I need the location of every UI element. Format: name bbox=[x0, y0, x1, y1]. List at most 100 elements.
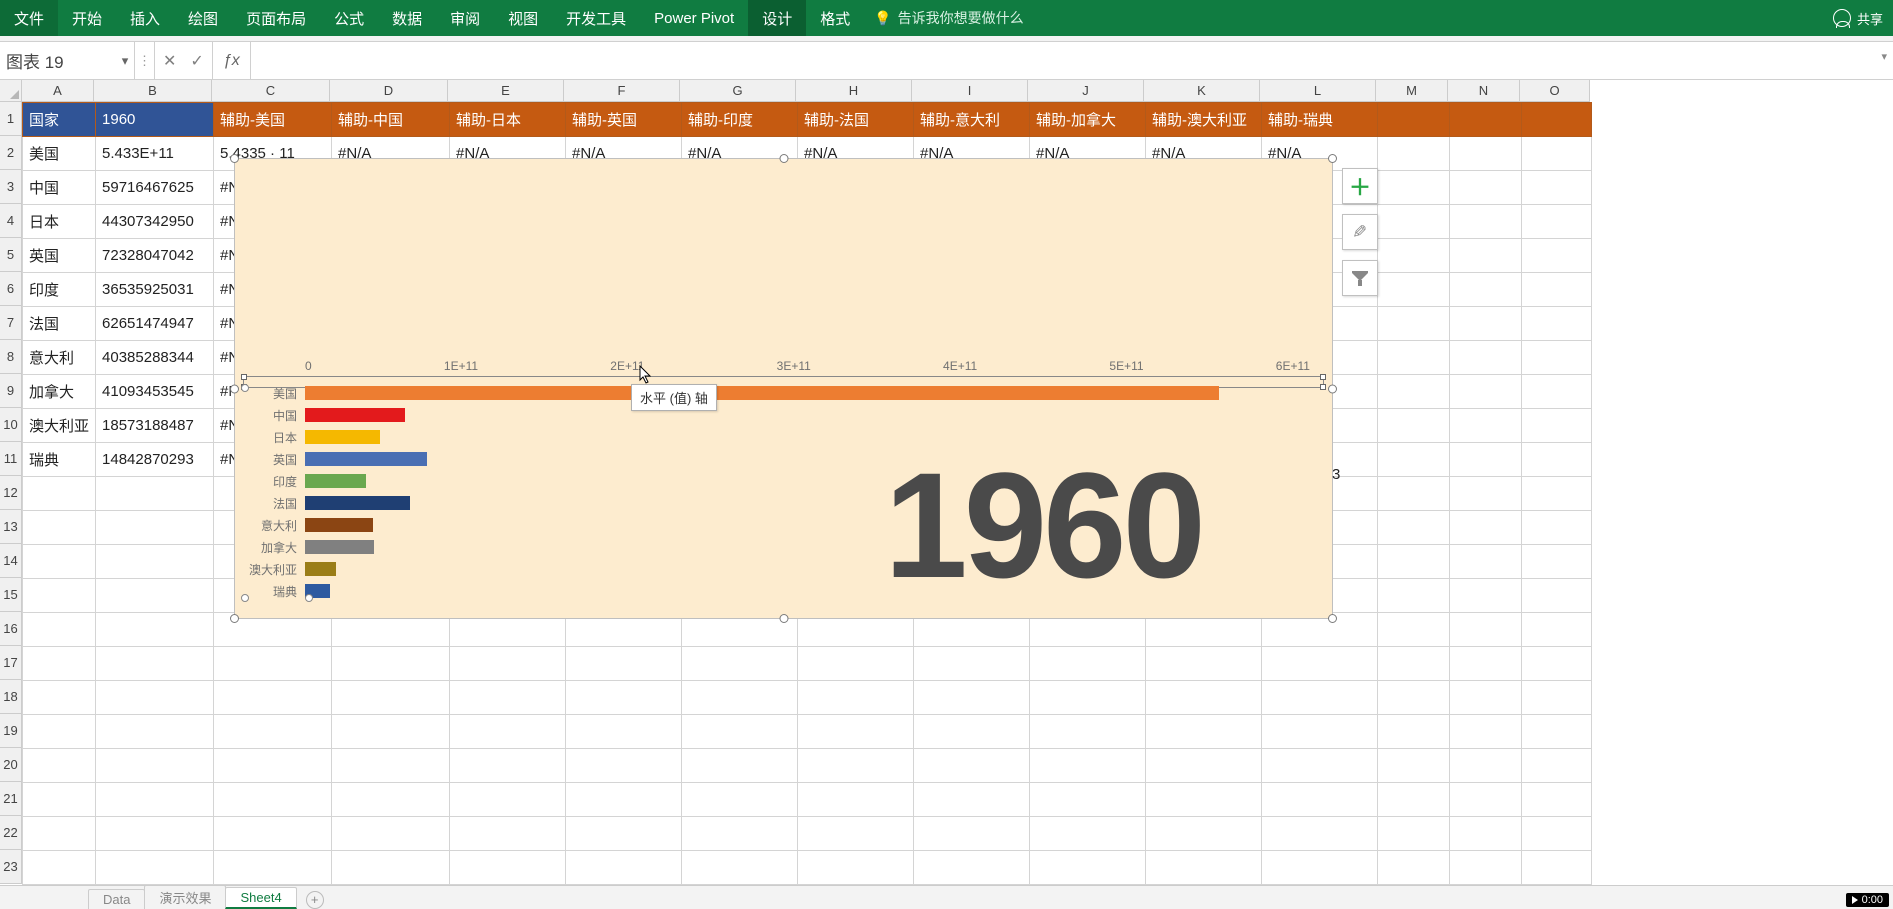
ribbon-tab-Power Pivot[interactable]: Power Pivot bbox=[640, 0, 748, 36]
cell[interactable] bbox=[566, 647, 682, 681]
cell[interactable] bbox=[1378, 273, 1450, 307]
ribbon-tab-开发工具[interactable]: 开发工具 bbox=[552, 0, 640, 36]
resize-handle-s[interactable] bbox=[779, 614, 788, 623]
bar-rect[interactable] bbox=[305, 540, 374, 554]
ribbon-tab-格式[interactable]: 格式 bbox=[806, 0, 864, 36]
cell[interactable] bbox=[1450, 851, 1522, 885]
cell[interactable] bbox=[914, 817, 1030, 851]
row-header-3[interactable]: 3 bbox=[0, 170, 22, 204]
row-header-16[interactable]: 16 bbox=[0, 612, 22, 646]
row-header-4[interactable]: 4 bbox=[0, 204, 22, 238]
row-headers[interactable]: 1234567891011121314151617181920212223 bbox=[0, 102, 22, 884]
cell[interactable] bbox=[566, 749, 682, 783]
cell[interactable] bbox=[1146, 783, 1262, 817]
cell[interactable]: 辅助-日本 bbox=[450, 103, 566, 137]
row-header-15[interactable]: 15 bbox=[0, 578, 22, 612]
sheet-tab-Data[interactable]: Data bbox=[88, 889, 145, 909]
cell[interactable]: 40385288344 bbox=[96, 341, 214, 375]
row-header-8[interactable]: 8 bbox=[0, 340, 22, 374]
cell[interactable] bbox=[1262, 647, 1378, 681]
cell[interactable]: 辅助-法国 bbox=[798, 103, 914, 137]
row-header-23[interactable]: 23 bbox=[0, 850, 22, 884]
cell[interactable] bbox=[23, 817, 96, 851]
cell[interactable] bbox=[1262, 817, 1378, 851]
cell[interactable] bbox=[214, 681, 332, 715]
cell[interactable] bbox=[1450, 103, 1522, 137]
cell[interactable]: 44307342950 bbox=[96, 205, 214, 239]
row-header-19[interactable]: 19 bbox=[0, 714, 22, 748]
cell[interactable] bbox=[682, 749, 798, 783]
cell[interactable] bbox=[23, 851, 96, 885]
bar-rect[interactable] bbox=[305, 386, 1219, 400]
cell[interactable] bbox=[1522, 409, 1592, 443]
cell[interactable] bbox=[682, 715, 798, 749]
row-header-7[interactable]: 7 bbox=[0, 306, 22, 340]
cell[interactable] bbox=[96, 545, 214, 579]
cell[interactable] bbox=[1146, 647, 1262, 681]
cell[interactable] bbox=[1450, 681, 1522, 715]
cell[interactable] bbox=[1378, 681, 1450, 715]
cell[interactable] bbox=[1522, 137, 1592, 171]
col-header-A[interactable]: A bbox=[22, 80, 94, 102]
resize-handle-sw[interactable] bbox=[230, 614, 239, 623]
cell[interactable] bbox=[23, 579, 96, 613]
cell[interactable] bbox=[1522, 307, 1592, 341]
cell[interactable]: 意大利 bbox=[23, 341, 96, 375]
cell[interactable] bbox=[23, 647, 96, 681]
cell[interactable] bbox=[1450, 715, 1522, 749]
cell[interactable] bbox=[450, 851, 566, 885]
cell[interactable]: 辅助-瑞典 bbox=[1262, 103, 1378, 137]
tell-me[interactable]: 💡 告诉我你想要做什么 bbox=[874, 8, 1023, 28]
ribbon-tab-数据[interactable]: 数据 bbox=[378, 0, 436, 36]
cell[interactable] bbox=[1378, 511, 1450, 545]
sheet-tab-演示效果[interactable]: 演示效果 bbox=[144, 885, 226, 909]
cell[interactable] bbox=[1146, 681, 1262, 715]
cell[interactable]: 18573188487 bbox=[96, 409, 214, 443]
sheet-add-button[interactable]: + bbox=[306, 891, 324, 909]
cell[interactable] bbox=[96, 715, 214, 749]
cancel-icon[interactable]: ✕ bbox=[163, 51, 176, 71]
cell[interactable] bbox=[682, 851, 798, 885]
cell[interactable] bbox=[450, 647, 566, 681]
cell[interactable] bbox=[1450, 307, 1522, 341]
cell[interactable] bbox=[1450, 647, 1522, 681]
row-header-1[interactable]: 1 bbox=[0, 102, 22, 136]
cell[interactable] bbox=[1522, 579, 1592, 613]
row-header-5[interactable]: 5 bbox=[0, 238, 22, 272]
cell[interactable] bbox=[1522, 681, 1592, 715]
cell[interactable] bbox=[566, 783, 682, 817]
row-header-14[interactable]: 14 bbox=[0, 544, 22, 578]
cell[interactable]: 国家 bbox=[23, 103, 96, 137]
cell[interactable] bbox=[96, 477, 214, 511]
cell[interactable] bbox=[1522, 239, 1592, 273]
chart-elements-button[interactable]: ＋ bbox=[1342, 168, 1378, 204]
col-header-O[interactable]: O bbox=[1520, 80, 1590, 102]
cell[interactable]: 72328047042 bbox=[96, 239, 214, 273]
cell[interactable] bbox=[1262, 715, 1378, 749]
cell[interactable] bbox=[1522, 647, 1592, 681]
cell[interactable] bbox=[1378, 749, 1450, 783]
cell[interactable] bbox=[1378, 239, 1450, 273]
cell[interactable] bbox=[914, 647, 1030, 681]
cell[interactable] bbox=[214, 783, 332, 817]
cell[interactable]: 中国 bbox=[23, 171, 96, 205]
cell[interactable] bbox=[332, 817, 450, 851]
cell[interactable] bbox=[1378, 851, 1450, 885]
cell[interactable] bbox=[214, 749, 332, 783]
cell[interactable] bbox=[1522, 817, 1592, 851]
cell[interactable]: 59716467625 bbox=[96, 171, 214, 205]
cell[interactable]: 36535925031 bbox=[96, 273, 214, 307]
cell[interactable] bbox=[798, 647, 914, 681]
cell[interactable]: 辅助-澳大利亚 bbox=[1146, 103, 1262, 137]
cell[interactable] bbox=[1450, 511, 1522, 545]
cell[interactable] bbox=[1030, 817, 1146, 851]
cell[interactable] bbox=[566, 851, 682, 885]
cell[interactable] bbox=[1146, 715, 1262, 749]
ribbon-tab-设计[interactable]: 设计 bbox=[748, 0, 806, 36]
resize-handle-w[interactable] bbox=[230, 384, 239, 393]
cell[interactable] bbox=[1378, 579, 1450, 613]
cell[interactable] bbox=[1450, 477, 1522, 511]
cell[interactable] bbox=[96, 579, 214, 613]
cell[interactable] bbox=[1522, 545, 1592, 579]
ribbon-tab-插入[interactable]: 插入 bbox=[116, 0, 174, 36]
